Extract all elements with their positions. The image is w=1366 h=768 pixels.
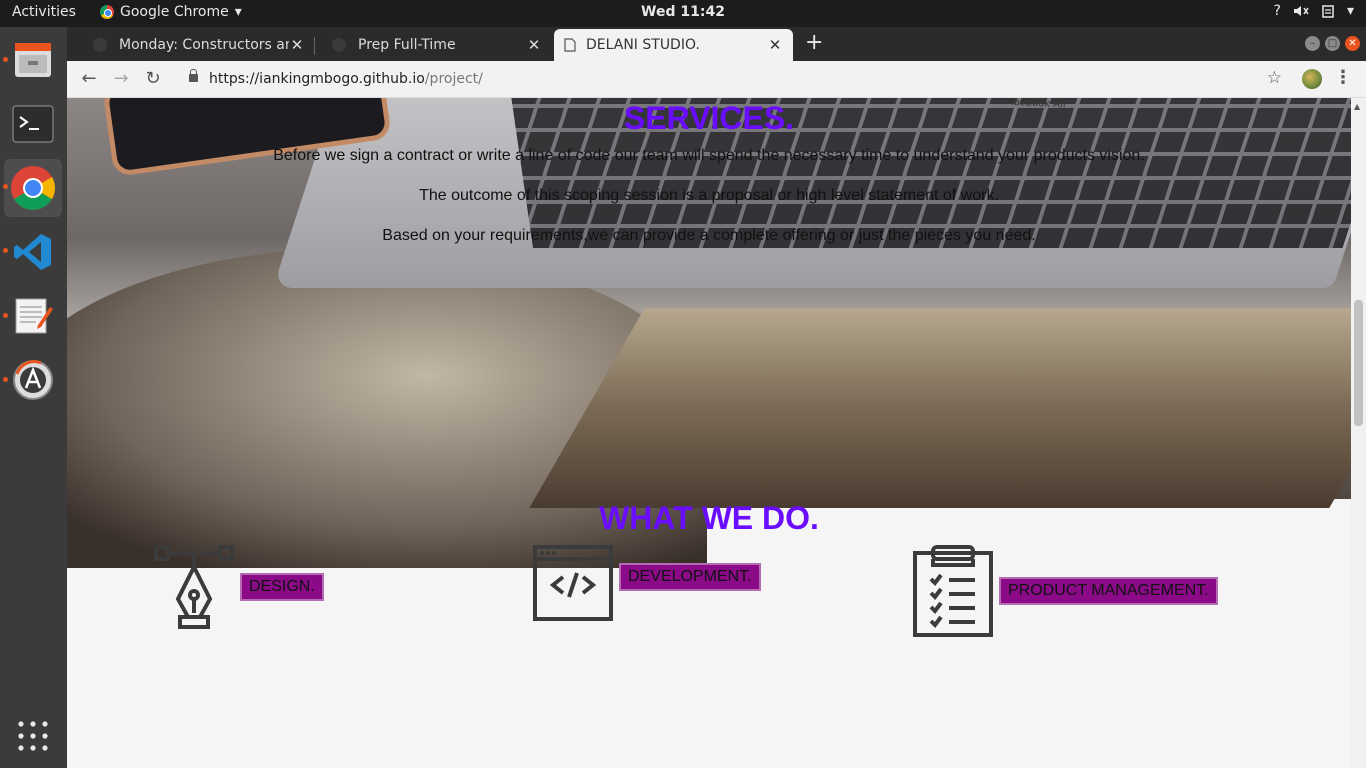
show-applications-button[interactable] bbox=[4, 707, 62, 765]
lock-icon bbox=[189, 69, 198, 82]
services-paragraph: Based on your requirements,we can provid… bbox=[382, 227, 1036, 244]
page-scrollbar[interactable]: ▲ bbox=[1351, 98, 1366, 768]
system-menu-chevron-icon[interactable]: ▾ bbox=[1347, 3, 1354, 19]
tab-title: Prep Full-Time bbox=[358, 37, 456, 53]
services-paragraph: Before we sign a contract or write a lin… bbox=[273, 147, 1145, 164]
service-label: DEVELOPMENT. bbox=[619, 563, 761, 591]
hero-table-shape bbox=[529, 308, 1351, 508]
close-window-button[interactable]: ✕ bbox=[1345, 36, 1360, 51]
tab-separator bbox=[314, 37, 315, 55]
terminal-icon bbox=[12, 105, 54, 143]
running-indicator bbox=[3, 313, 8, 318]
service-label: PRODUCT MANAGEMENT. bbox=[999, 577, 1218, 605]
window-controls: – □ ✕ bbox=[1305, 36, 1360, 51]
pen-tool-icon bbox=[154, 545, 234, 629]
scrollbar-thumb[interactable] bbox=[1354, 300, 1363, 426]
running-indicator bbox=[3, 184, 8, 189]
clipboard-checklist-icon bbox=[913, 545, 993, 637]
browser-toolbar: ← → ↻ https://iankingmbogo.github.io/pro… bbox=[67, 61, 1366, 98]
text-editor-icon bbox=[15, 298, 53, 334]
clock[interactable]: Wed 11:42 bbox=[0, 4, 1366, 20]
tab-title: Monday: Constructors an bbox=[119, 37, 289, 53]
service-development: DEVELOPMENT. bbox=[533, 545, 761, 621]
dock-files[interactable] bbox=[4, 31, 62, 89]
address-bar[interactable]: https://iankingmbogo.github.io/project/ bbox=[177, 65, 1277, 94]
tab-delani-studio[interactable]: DELANI STUDIO. ✕ bbox=[554, 29, 793, 61]
close-icon[interactable]: ✕ bbox=[526, 36, 542, 54]
system-tray[interactable]: ? ▾ bbox=[1274, 3, 1354, 19]
tab-title: DELANI STUDIO. bbox=[586, 37, 700, 53]
services-hero-background: MacBook Air SERVICES. Before we sign a c… bbox=[67, 98, 1351, 568]
forward-button[interactable]: → bbox=[109, 68, 133, 92]
service-label: DESIGN. bbox=[240, 573, 324, 601]
dock-text-editor[interactable] bbox=[4, 287, 62, 345]
maximize-button[interactable]: □ bbox=[1325, 36, 1340, 51]
launcher-dock bbox=[0, 27, 67, 768]
service-product-management: PRODUCT MANAGEMENT. bbox=[913, 545, 1218, 637]
system-top-bar: Activities Google Chrome ▾ Wed 11:42 ? ▾ bbox=[0, 0, 1366, 27]
minimize-button[interactable]: – bbox=[1305, 36, 1320, 51]
running-indicator bbox=[3, 248, 8, 253]
close-icon[interactable]: ✕ bbox=[289, 36, 305, 54]
help-icon[interactable]: ? bbox=[1274, 3, 1281, 19]
reload-button[interactable]: ↻ bbox=[141, 68, 165, 92]
dock-software-updater[interactable] bbox=[4, 351, 62, 409]
url-host: https://iankingmbogo.github.io bbox=[209, 71, 425, 87]
chrome-icon bbox=[11, 166, 55, 210]
back-button[interactable]: ← bbox=[77, 68, 101, 92]
vscode-icon bbox=[14, 234, 51, 270]
dock-terminal[interactable] bbox=[4, 95, 62, 153]
close-icon[interactable]: ✕ bbox=[767, 36, 783, 54]
web-page: MacBook Air SERVICES. Before we sign a c… bbox=[67, 98, 1351, 768]
volume-muted-icon[interactable] bbox=[1293, 4, 1309, 18]
clipboard-icon[interactable] bbox=[1321, 4, 1335, 18]
dock-chrome[interactable] bbox=[4, 159, 62, 217]
tab-prep-full-time[interactable]: Prep Full-Time ✕ bbox=[322, 29, 552, 61]
services-paragraph: The outcome of this scoping session is a… bbox=[419, 187, 999, 204]
url-path: /project/ bbox=[424, 71, 483, 87]
github-favicon-icon bbox=[93, 38, 107, 52]
service-design: DESIGN. bbox=[154, 545, 324, 629]
code-window-icon bbox=[533, 545, 613, 621]
tab-monday-constructors[interactable]: Monday: Constructors an ✕ bbox=[83, 29, 315, 61]
bookmark-star-icon[interactable]: ☆ bbox=[1267, 68, 1282, 88]
github-favicon-icon bbox=[332, 38, 346, 52]
running-indicator bbox=[3, 57, 8, 62]
browser-tab-strip: Monday: Constructors an ✕ Prep Full-Time… bbox=[67, 27, 1366, 61]
file-cabinet-icon bbox=[15, 43, 51, 77]
chrome-menu-button[interactable]: ⋮ bbox=[1334, 67, 1352, 88]
app-grid-icon bbox=[18, 721, 48, 751]
services-title: SERVICES. bbox=[623, 100, 795, 136]
running-indicator bbox=[3, 377, 8, 382]
new-tab-button[interactable]: + bbox=[805, 32, 823, 54]
dock-vscode[interactable] bbox=[4, 223, 62, 281]
scroll-up-arrow-icon[interactable]: ▲ bbox=[1354, 102, 1360, 111]
page-favicon-icon bbox=[564, 38, 576, 52]
software-updater-icon bbox=[13, 360, 53, 400]
what-we-do-title: WHAT WE DO. bbox=[599, 500, 819, 536]
profile-avatar[interactable] bbox=[1302, 69, 1322, 89]
